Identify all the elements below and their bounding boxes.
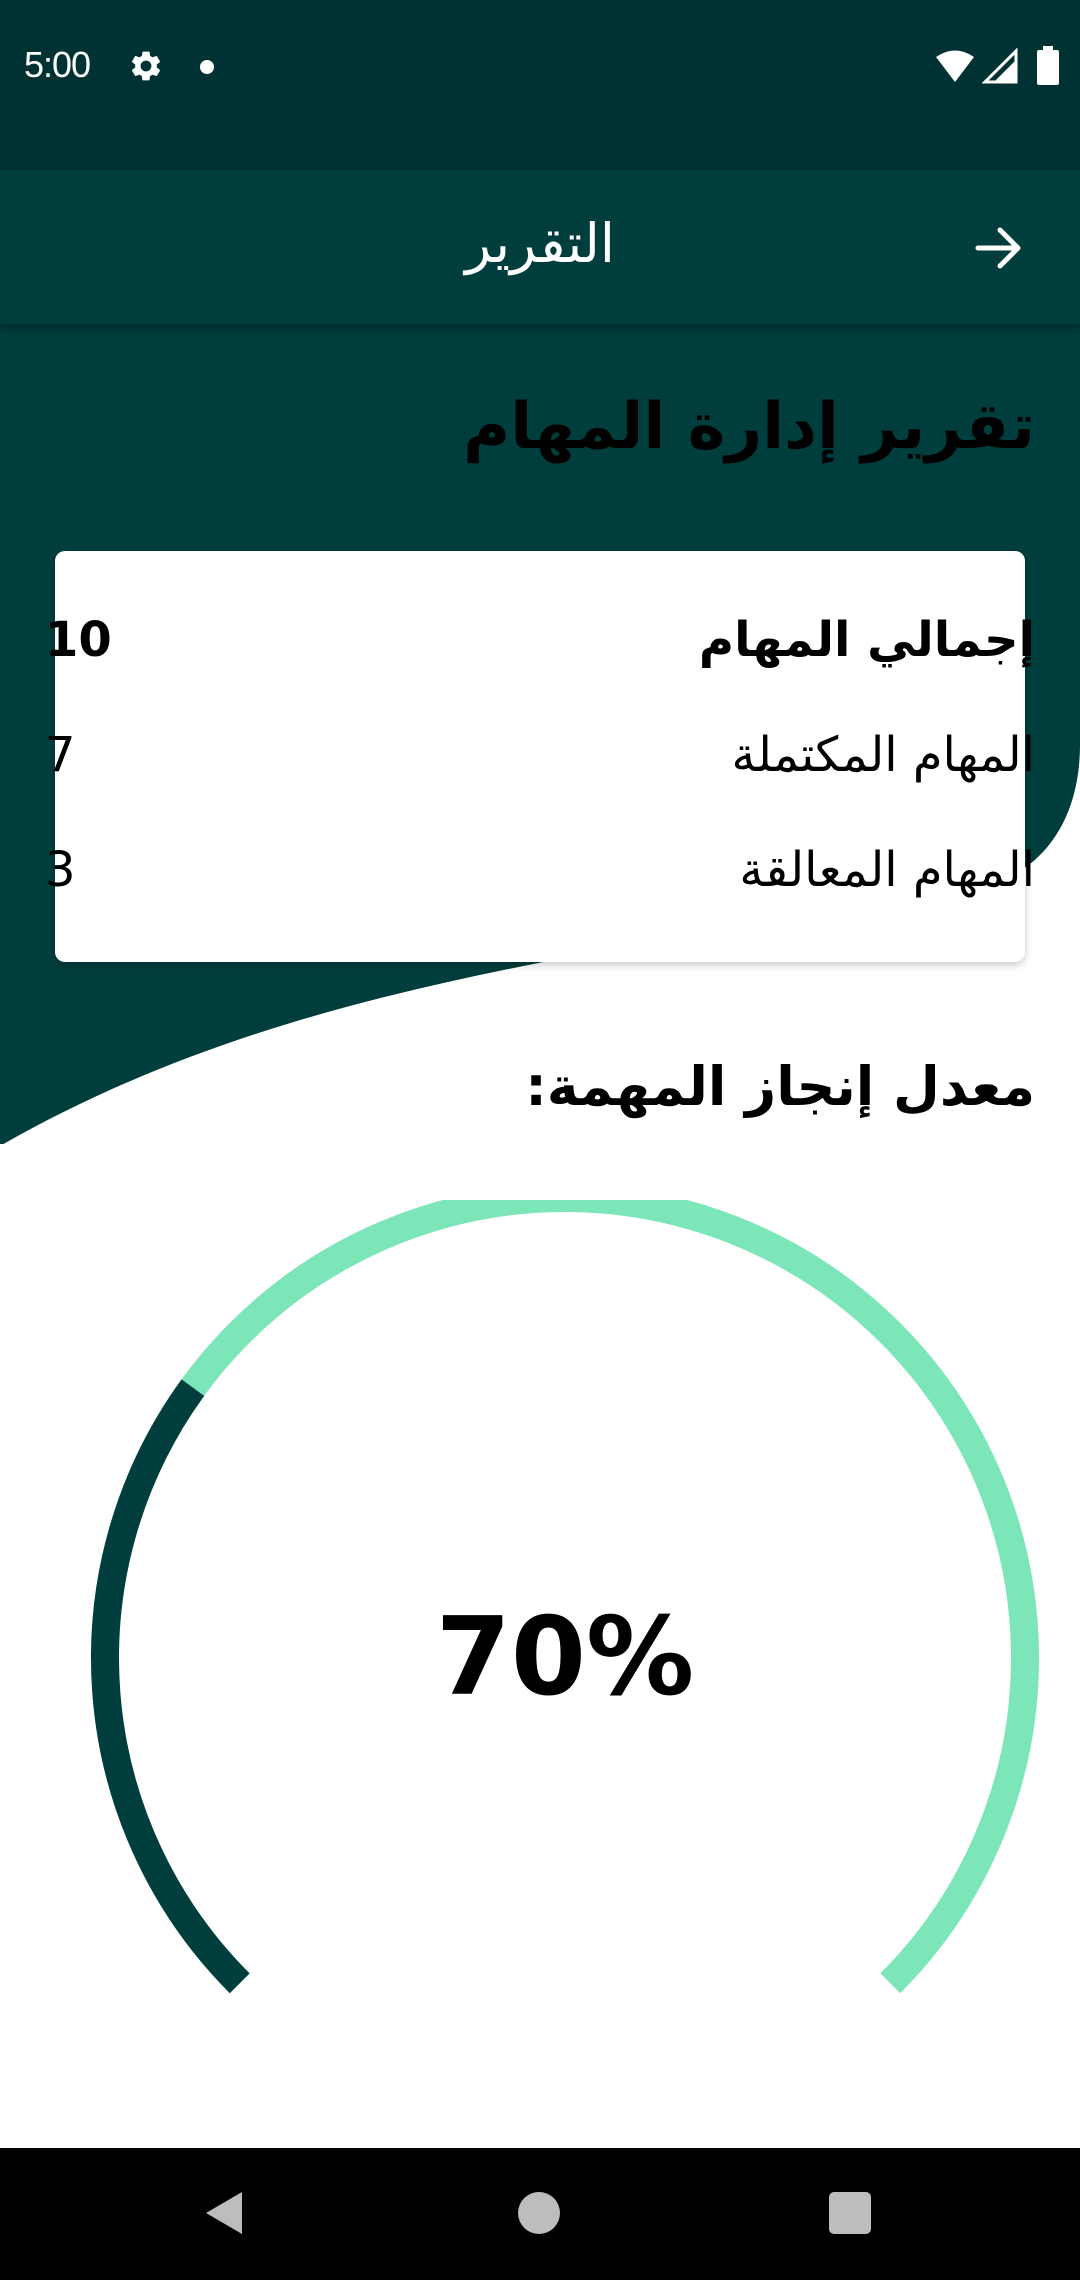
status-bar: 5:00 bbox=[0, 0, 1080, 170]
stat-value: 7 bbox=[45, 727, 76, 783]
app-bar: التقرير bbox=[0, 170, 1080, 324]
stat-value: 3 bbox=[45, 842, 76, 898]
stat-row-pending-tasks: 3 المهام المعالقة bbox=[45, 835, 1035, 905]
status-time: 5:00 bbox=[24, 44, 91, 85]
stat-label: إجمالي المهام bbox=[698, 612, 1035, 668]
progress-ring-track bbox=[91, 1200, 1039, 1994]
app-bar-title: التقرير bbox=[465, 212, 615, 275]
nav-home-icon[interactable] bbox=[518, 2192, 560, 2234]
cell-signal-icon bbox=[981, 47, 1018, 88]
stat-value: 10 bbox=[45, 612, 112, 668]
notification-dot-icon bbox=[200, 60, 214, 74]
wifi-icon bbox=[935, 48, 975, 88]
completion-percentage: 70% bbox=[435, 1595, 695, 1720]
stat-row-completed-tasks: 7 المهام المكتملة bbox=[45, 720, 1035, 790]
page-title: تقرير إدارة المهام bbox=[463, 390, 1035, 464]
stat-label: المهام المكتملة bbox=[731, 727, 1035, 783]
nav-back-icon[interactable] bbox=[202, 2190, 246, 2240]
stat-row-total-tasks: 10 إجمالي المهام bbox=[45, 605, 1035, 675]
nav-recents-icon[interactable] bbox=[829, 2192, 871, 2234]
stat-label: المهام المعالقة bbox=[739, 842, 1035, 898]
battery-icon bbox=[1036, 46, 1060, 90]
settings-gear-icon bbox=[128, 48, 164, 88]
completion-rate-label: معدل إنجاز المهمة: bbox=[525, 1055, 1035, 1118]
arrow-right-icon[interactable] bbox=[972, 222, 1024, 278]
navigation-bar bbox=[0, 2148, 1080, 2280]
